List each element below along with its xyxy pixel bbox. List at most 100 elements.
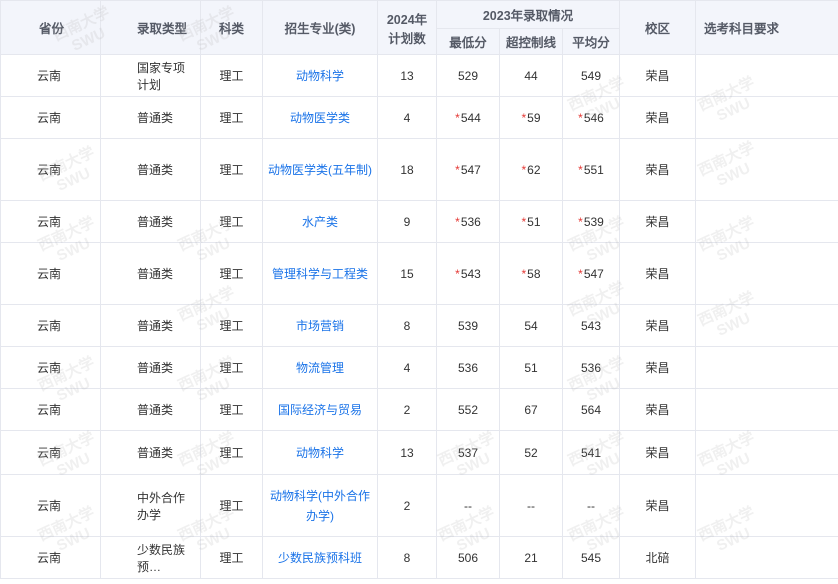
avg-score-value: 564 [581, 402, 602, 417]
cell-plan: 2 [377, 388, 437, 431]
cell-major: 动物医学类(五年制) [262, 138, 378, 201]
cell-over-control: *51 [499, 200, 563, 243]
cell-campus: 荣昌 [619, 304, 697, 347]
cell-campus: 荣昌 [619, 96, 697, 139]
avg-score-value: 547 [583, 266, 604, 281]
major-link[interactable]: 动物科学(中外合作办学) [270, 489, 370, 523]
cell-subject: 理工 [200, 242, 263, 305]
cell-admission-type: 普通类 [100, 304, 201, 347]
cell-over-control: -- [499, 474, 563, 537]
table-row: 云南 普通类 理工 动物医学类(五年制) 18 *547 *62 *551 荣昌 [0, 138, 838, 201]
table-row: 云南 少数民族预… 理工 少数民族预科班 8 506 21 545 北碚 [0, 536, 838, 579]
cell-major: 管理科学与工程类 [262, 242, 378, 305]
cell-admission-type: 普通类 [100, 138, 201, 201]
cell-admission-type: 普通类 [100, 430, 201, 475]
star-mark: * [455, 266, 460, 281]
min-score-value: 537 [457, 445, 479, 460]
cell-avg-score: *546 [561, 96, 621, 139]
star-mark: * [578, 214, 583, 229]
cell-avg-score: *551 [561, 138, 621, 201]
over-control-value: 59 [527, 110, 541, 125]
major-link[interactable]: 动物医学类 [290, 111, 350, 125]
major-link[interactable]: 动物科学 [296, 69, 344, 83]
major-link[interactable]: 水产类 [302, 215, 338, 229]
col-major: 招生专业(类) [262, 0, 378, 55]
avg-score-value: 543 [581, 318, 602, 333]
cell-campus: 荣昌 [619, 346, 697, 389]
avg-score-value: 545 [581, 550, 602, 565]
major-link[interactable]: 少数民族预科班 [278, 551, 362, 565]
col-subject-requirements: 选考科目要求 [695, 0, 838, 55]
table-row: 云南 普通类 理工 市场营销 8 539 54 543 荣昌 [0, 304, 838, 347]
cell-admission-type: 国家专项计划 [100, 54, 201, 97]
cell-subject-requirements [695, 388, 838, 431]
cell-province: 云南 [0, 138, 101, 201]
star-mark: * [578, 266, 583, 281]
table-row: 云南 普通类 理工 动物科学 13 537 52 541 荣昌 [0, 430, 838, 475]
over-control-value: 44 [524, 68, 538, 83]
cell-min-score: *544 [436, 96, 500, 139]
cell-major: 动物科学 [262, 54, 378, 97]
cell-over-control: 51 [499, 346, 563, 389]
cell-province: 云南 [0, 54, 101, 97]
avg-score-value: 541 [581, 445, 602, 460]
min-score-value: 547 [460, 162, 481, 177]
major-link[interactable]: 物流管理 [296, 361, 344, 375]
star-mark: * [578, 110, 583, 125]
major-link[interactable]: 市场营销 [296, 319, 344, 333]
cell-min-score: *543 [436, 242, 500, 305]
cell-campus: 荣昌 [619, 474, 697, 537]
table-row: 云南 中外合作办学 理工 动物科学(中外合作办学) 2 -- -- -- 荣昌 [0, 474, 838, 537]
cell-plan: 8 [377, 304, 437, 347]
cell-plan: 4 [377, 96, 437, 139]
cell-major: 市场营销 [262, 304, 378, 347]
table-row: 云南 普通类 理工 管理科学与工程类 15 *543 *58 *547 荣昌 [0, 242, 838, 305]
min-score-value: -- [464, 498, 472, 513]
cell-plan: 18 [377, 138, 437, 201]
major-link[interactable]: 动物科学 [296, 446, 344, 460]
cell-min-score: 552 [436, 388, 500, 431]
admission-table: 省份 录取类型 科类 招生专业(类) 2024年 计划数 2023年录取情况 校… [0, 0, 838, 579]
cell-subject: 理工 [200, 388, 263, 431]
cell-avg-score: 549 [561, 54, 621, 97]
col-avg-score: 平均分 [561, 28, 621, 55]
over-control-value: 54 [524, 318, 538, 333]
cell-plan: 8 [377, 536, 437, 579]
major-link[interactable]: 管理科学与工程类 [272, 267, 368, 281]
cell-admission-type: 普通类 [100, 346, 201, 389]
over-control-value: 58 [527, 266, 541, 281]
cell-subject-requirements [695, 536, 838, 579]
cell-plan: 15 [377, 242, 437, 305]
min-score-value: 536 [457, 360, 479, 375]
cell-over-control: 44 [499, 54, 563, 97]
cell-province: 云南 [0, 346, 101, 389]
cell-avg-score: -- [561, 474, 621, 537]
cell-major: 动物科学(中外合作办学) [262, 474, 378, 537]
cell-avg-score: 543 [561, 304, 621, 347]
cell-major: 少数民族预科班 [262, 536, 378, 579]
min-score-value: 552 [457, 402, 479, 417]
col-admission-type: 录取类型 [100, 0, 201, 55]
table-row: 云南 国家专项计划 理工 动物科学 13 529 44 549 荣昌 [0, 54, 838, 97]
over-control-value: 51 [524, 360, 538, 375]
col-admission-2023: 2023年录取情况 [435, 0, 621, 29]
col-plan-2024-line1: 2024年 [386, 12, 428, 27]
cell-province: 云南 [0, 96, 101, 139]
col-province: 省份 [0, 0, 101, 55]
cell-major: 水产类 [262, 200, 378, 243]
table-header: 省份 录取类型 科类 招生专业(类) 2024年 计划数 2023年录取情况 校… [0, 0, 838, 55]
cell-avg-score: *539 [561, 200, 621, 243]
star-mark: * [578, 162, 583, 177]
col-plan-2024-line2: 计划数 [388, 31, 426, 46]
cell-plan: 13 [377, 54, 437, 97]
cell-over-control: *62 [499, 138, 563, 201]
major-link[interactable]: 动物医学类(五年制) [268, 163, 372, 177]
star-mark: * [521, 266, 527, 281]
over-control-value: -- [527, 498, 535, 513]
admission-table-container: 省份 录取类型 科类 招生专业(类) 2024年 计划数 2023年录取情况 校… [0, 0, 838, 584]
over-control-value: 67 [524, 402, 538, 417]
cell-avg-score: 536 [561, 346, 621, 389]
cell-subject: 理工 [200, 346, 263, 389]
avg-score-value: 551 [583, 162, 604, 177]
major-link[interactable]: 国际经济与贸易 [278, 403, 362, 417]
